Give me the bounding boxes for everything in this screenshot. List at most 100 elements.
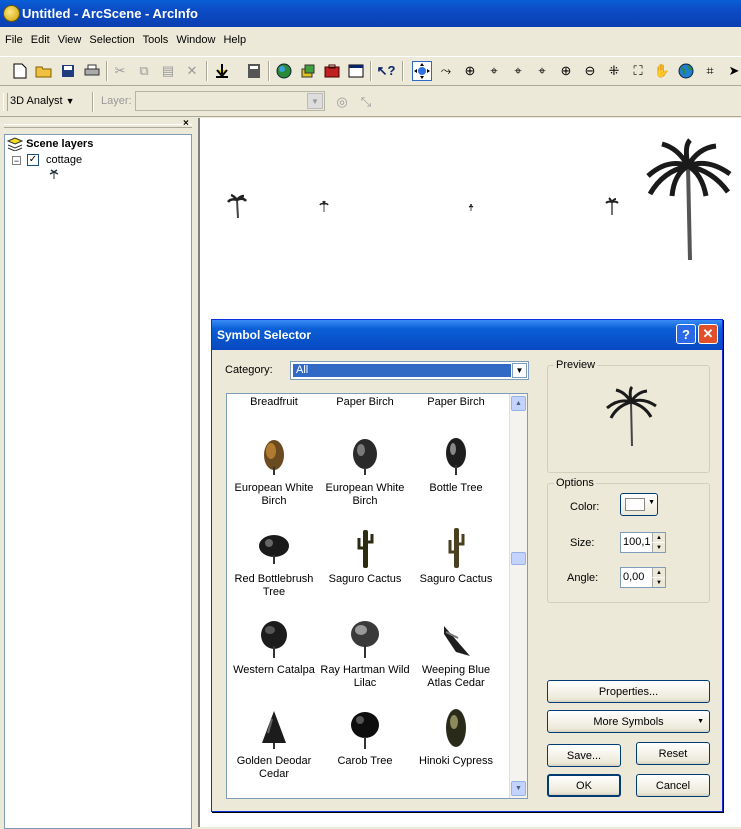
- symbol-label: Hinoki Cypress: [419, 755, 493, 767]
- symbol-list-scrollbar[interactable]: ▲ ▼: [509, 394, 527, 798]
- save-disk-icon[interactable]: [58, 61, 78, 81]
- full-globe-icon[interactable]: [676, 61, 696, 81]
- color-swatch: [625, 498, 645, 511]
- close-button[interactable]: ✕: [698, 324, 718, 344]
- size-stepper[interactable]: 100,1 ▲ ▼: [620, 532, 666, 553]
- scroll-down-arrow[interactable]: ▼: [511, 781, 526, 796]
- cut-icon[interactable]: ✂: [110, 61, 130, 81]
- collapse-toggle[interactable]: −: [12, 156, 21, 166]
- symbol-label: Red Bottlebrush Tree: [234, 573, 314, 598]
- ok-button[interactable]: OK: [547, 774, 621, 797]
- menu-view[interactable]: View: [53, 30, 85, 46]
- scene-layers-row[interactable]: Scene layers: [6, 137, 93, 152]
- angle-stepper[interactable]: 0,00 ▲ ▼: [620, 567, 666, 588]
- app-title-bar: Untitled - ArcScene - ArcInfo: [0, 0, 741, 27]
- contour-icon[interactable]: ◎: [332, 92, 352, 112]
- symbol-item[interactable]: Weeping Blue Atlas Cedar: [409, 614, 503, 690]
- full-extent-icon[interactable]: ⛶: [628, 61, 648, 81]
- symbol-label: Paper Birch: [427, 396, 485, 408]
- navigate-icon[interactable]: [412, 61, 432, 81]
- delete-icon[interactable]: ✕: [182, 61, 202, 81]
- category-dropdown[interactable]: All ▼: [290, 361, 529, 380]
- layer-name-cottage[interactable]: cottage: [46, 154, 82, 166]
- menu-tools[interactable]: Tools: [138, 30, 172, 46]
- close-icon[interactable]: ×: [183, 118, 189, 129]
- properties-button[interactable]: Properties...: [547, 680, 710, 703]
- zoom-out-icon[interactable]: ⊖: [580, 61, 600, 81]
- open-folder-icon[interactable]: [34, 61, 54, 81]
- fly-icon[interactable]: ⤳: [436, 61, 456, 81]
- menu-window[interactable]: Window: [171, 30, 218, 46]
- color-picker-button[interactable]: ▼: [620, 493, 658, 516]
- chevron-down-icon: ▼: [307, 93, 323, 109]
- symbol-label: Golden Deodar Cedar: [236, 755, 312, 780]
- angle-increment[interactable]: ▲: [652, 568, 665, 577]
- more-symbols-button[interactable]: More Symbols ▼: [547, 710, 710, 733]
- scroll-up-arrow[interactable]: ▲: [511, 396, 526, 411]
- window-icon[interactable]: [346, 61, 366, 81]
- 3d-analyst-menu[interactable]: 3D Analyst ▼: [10, 95, 75, 107]
- options-group: Options Color: ▼ Size: 100,1 ▲ ▼ Angle: …: [547, 477, 710, 603]
- add-data-icon[interactable]: [212, 61, 232, 81]
- layers-icon[interactable]: [298, 61, 318, 81]
- options-label: Options: [554, 477, 596, 489]
- center-on-target-icon[interactable]: ⌖: [484, 61, 504, 81]
- symbol-item[interactable]: Ray Hartman Wild Lilac: [318, 614, 412, 690]
- paste-icon[interactable]: ▤: [158, 61, 178, 81]
- menu-selection[interactable]: Selection: [84, 30, 137, 46]
- symbol-item[interactable]: Saguro Cactus: [318, 523, 412, 586]
- size-decrement[interactable]: ▼: [652, 543, 665, 552]
- identify-icon[interactable]: ⌗: [700, 61, 720, 81]
- menu-edit[interactable]: Edit: [26, 30, 53, 46]
- symbol-item[interactable]: Paper Birch: [409, 396, 503, 409]
- new-document-icon[interactable]: [10, 61, 30, 81]
- symbol-item[interactable]: Red Bottlebrush Tree: [227, 523, 321, 599]
- toolbar-grip[interactable]: [3, 93, 8, 111]
- select-arrow-icon[interactable]: ➤: [724, 61, 741, 81]
- symbol-item[interactable]: European White Birch: [318, 432, 412, 508]
- pan-hand-icon[interactable]: ✋: [652, 61, 672, 81]
- angle-decrement[interactable]: ▼: [652, 578, 665, 587]
- menu-help[interactable]: Help: [218, 30, 249, 46]
- copy-icon[interactable]: ⧉: [134, 61, 154, 81]
- ok-label: OK: [576, 779, 592, 792]
- toolbox-icon[interactable]: [322, 61, 342, 81]
- zoom-to-target-icon[interactable]: ⌖: [508, 61, 528, 81]
- menu-file[interactable]: File: [0, 30, 26, 46]
- cancel-button[interactable]: Cancel: [636, 774, 710, 797]
- layer-dropdown[interactable]: ▼: [135, 91, 325, 111]
- zoom-in-icon[interactable]: ⊕: [556, 61, 576, 81]
- symbol-item[interactable]: European White Birch: [227, 432, 321, 508]
- chevron-down-icon[interactable]: ▼: [512, 363, 527, 378]
- symbol-item[interactable]: Paper Birch: [318, 396, 412, 409]
- tree-symbol-icon: [262, 711, 286, 749]
- save-button[interactable]: Save...: [547, 744, 621, 767]
- symbol-label: Breadfruit: [250, 396, 298, 408]
- help-button[interactable]: ?: [676, 324, 696, 344]
- symbol-item[interactable]: Golden Deodar Cedar: [227, 705, 321, 781]
- symbol-item[interactable]: Carob Tree: [318, 705, 412, 768]
- symbol-item[interactable]: Western Catalpa: [227, 614, 321, 677]
- narrow-fov-icon[interactable]: ⁜: [604, 61, 624, 81]
- pane-grip[interactable]: [4, 124, 192, 128]
- symbol-item[interactable]: Hinoki Cypress: [409, 705, 503, 768]
- dialog-title-bar[interactable]: Symbol Selector: [212, 320, 722, 350]
- preview-palm-tree: [606, 386, 657, 447]
- zoom-in-out-icon[interactable]: ⊕: [460, 61, 480, 81]
- steepest-path-icon[interactable]: ⤡: [356, 92, 376, 112]
- globe-icon[interactable]: [274, 61, 294, 81]
- symbol-list[interactable]: Breadfruit Paper Birch Paper Birch Europ…: [226, 393, 528, 799]
- set-observer-icon[interactable]: ⌖: [532, 61, 552, 81]
- calculator-icon[interactable]: [244, 61, 264, 81]
- whats-this-help-icon[interactable]: ↖?: [376, 61, 396, 81]
- symbol-item[interactable]: Saguro Cactus: [409, 523, 503, 586]
- size-increment[interactable]: ▲: [652, 533, 665, 542]
- symbol-label: Saguro Cactus: [419, 573, 493, 585]
- symbol-item[interactable]: Breadfruit: [227, 396, 321, 409]
- reset-button[interactable]: Reset: [636, 742, 710, 765]
- scroll-thumb[interactable]: [511, 552, 526, 565]
- symbol-item[interactable]: Bottle Tree: [409, 432, 503, 495]
- layer-visibility-checkbox[interactable]: ✓: [27, 154, 39, 166]
- palm-tree-small-1: [227, 193, 247, 219]
- print-icon[interactable]: [82, 61, 102, 81]
